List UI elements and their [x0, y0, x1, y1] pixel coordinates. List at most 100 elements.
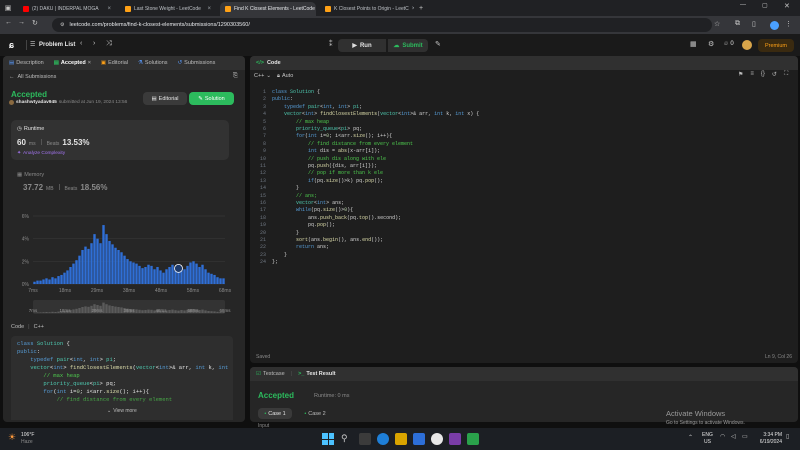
weather-icon[interactable]: ☀: [8, 432, 16, 443]
language-top[interactable]: ENG: [702, 432, 713, 438]
close-tab-icon[interactable]: ×: [107, 6, 111, 12]
maximize-icon[interactable]: ▢: [762, 2, 768, 9]
code-line[interactable]: // ans;: [272, 193, 317, 200]
bookmark-star-icon[interactable]: ☆: [714, 20, 720, 28]
code-line[interactable]: priority_queue<pi> pq;: [272, 126, 362, 133]
code-line[interactable]: }: [272, 252, 287, 259]
notes-icon[interactable]: ✎: [435, 40, 441, 48]
reload-icon[interactable]: ↻: [32, 19, 38, 27]
close-tab-icon[interactable]: ×: [207, 6, 211, 12]
prev-problem-icon[interactable]: ‹: [80, 40, 82, 47]
browser-tab-0[interactable]: (2) DAKU | INDERPAL MOGA ×: [18, 2, 116, 16]
profile-avatar[interactable]: [770, 21, 779, 30]
code-line[interactable]: pq.pop();: [272, 222, 335, 229]
code-line[interactable]: sort(ans.begin(), ans.end());: [272, 237, 383, 244]
runtime-card[interactable]: ◷ Runtime 60 ms Beats 13.53% ✦ Analyze Com…: [11, 120, 229, 160]
back-icon[interactable]: ←: [5, 19, 12, 26]
premium-button[interactable]: Premium: [758, 39, 794, 52]
all-submissions-link[interactable]: ← All Submissions: [9, 74, 56, 80]
case-1-tab[interactable]: • Case 1: [258, 408, 292, 419]
code-line[interactable]: while(pq.size()>0){: [272, 207, 353, 214]
code-line[interactable]: };: [272, 259, 278, 266]
solution-button[interactable]: ✎ Solution: [189, 92, 234, 105]
settings-gear-icon[interactable]: ⚙: [708, 40, 714, 48]
browser-tab-2-active[interactable]: Find K Closest Elements - LeetCode ×: [220, 2, 316, 16]
code-line[interactable]: vector<int> ans;: [272, 200, 344, 207]
streak-counter[interactable]: 🔥︎ 0: [724, 41, 734, 48]
volume-icon[interactable]: ◁: [731, 433, 736, 440]
shuffle-icon[interactable]: ⤨: [106, 40, 112, 48]
chevron-up-icon[interactable]: ⌃: [688, 434, 693, 441]
format-icon[interactable]: ≡: [750, 71, 754, 78]
app-icon[interactable]: [449, 433, 461, 445]
code-line[interactable]: // pop if more than k ele: [272, 170, 383, 177]
code-line[interactable]: // find distance from every element: [272, 141, 413, 148]
start-icon[interactable]: [322, 433, 334, 445]
browser-tab-1[interactable]: Last Stone Weight - LeetCode ×: [120, 2, 216, 16]
tab-test-result[interactable]: >_ Test Result: [298, 371, 336, 377]
bookmark-icon[interactable]: ⚑: [738, 71, 743, 78]
case-2-tab[interactable]: • Case 2: [298, 408, 332, 419]
search-icon[interactable]: ⚲: [341, 433, 348, 444]
layout-icon[interactable]: ▦: [690, 40, 697, 48]
run-button[interactable]: ▶ Run: [338, 39, 386, 52]
code-line[interactable]: pq.push({dis, arr[i]});: [272, 163, 377, 170]
chrome-icon[interactable]: [431, 433, 443, 445]
reset-icon[interactable]: ↺: [772, 71, 777, 78]
fullscreen-icon[interactable]: ⛶: [784, 71, 788, 78]
code-line[interactable]: int dis = abs(x-arr[i]);: [272, 148, 380, 155]
close-tab-icon[interactable]: ×: [412, 6, 414, 12]
runtime-distribution-chart[interactable]: 6%4%2%0%7ms 18ms 29ms 38ms 48ms 58ms 68ms7ms 18…: [3, 206, 245, 321]
chrome-menu-icon[interactable]: ⋮: [785, 20, 792, 28]
sidepanel-icon[interactable]: ▯: [752, 20, 756, 28]
notification-icon[interactable]: ▯: [786, 433, 789, 440]
wifi-icon[interactable]: ◠: [720, 433, 725, 440]
code-line[interactable]: }: [272, 230, 299, 237]
tab-solutions[interactable]: ⚗ Solutions: [138, 60, 168, 66]
browser-tab-3[interactable]: K Closest Points to Origin - LeetC ×: [320, 2, 414, 16]
extensions-icon[interactable]: ⧉: [735, 20, 740, 28]
leetcode-logo[interactable]: ɕ: [9, 40, 17, 50]
new-tab-icon[interactable]: +: [416, 3, 426, 13]
store-icon[interactable]: [413, 433, 425, 445]
close-tab-icon[interactable]: ×: [88, 60, 91, 66]
battery-icon[interactable]: ▭: [742, 433, 748, 440]
code-editor[interactable]: 1 class Solution {2 public: 3 typedef pair<…: [250, 84, 798, 349]
task-view-icon[interactable]: [359, 433, 371, 445]
code-line[interactable]: vector<int> findClosestElements(vector<i…: [272, 111, 479, 118]
app-icon[interactable]: [467, 433, 479, 445]
auto-toggle[interactable]: 🔒︎ Auto: [277, 73, 293, 80]
memory-header[interactable]: ▦ Memory: [17, 172, 44, 178]
code-line[interactable]: // push dis along with ele: [272, 156, 386, 163]
site-info-icon[interactable]: ⚙: [60, 22, 64, 28]
code-line[interactable]: for(int i=0; i<arr.size(); i++){: [272, 133, 392, 140]
code-line[interactable]: // max heap: [272, 119, 329, 126]
tab-description[interactable]: ▤ Description: [9, 60, 44, 66]
debug-icon[interactable]: ⁑: [329, 40, 333, 48]
url-bar[interactable]: ⚙ leetcode.com/problems/find-k-closest-e…: [52, 18, 712, 32]
analyze-complexity-link[interactable]: ✦ Analyze Complexity: [17, 151, 65, 156]
next-problem-icon[interactable]: ›: [93, 40, 95, 47]
tab-editorial[interactable]: ▣ Editorial: [101, 60, 128, 66]
clock-time[interactable]: 3:34 PM: [752, 432, 782, 438]
user-avatar[interactable]: [742, 40, 752, 50]
code-line[interactable]: class Solution {: [272, 89, 320, 96]
language-select[interactable]: C++ ⌄: [254, 73, 271, 79]
code-line[interactable]: public:: [272, 96, 293, 103]
code-line[interactable]: return ans;: [272, 244, 329, 251]
username[interactable]: shashwtyadav945: [16, 100, 57, 105]
memory-stats[interactable]: 37.72 MB Beats 18.56%: [23, 183, 107, 192]
edge-icon[interactable]: [377, 433, 389, 445]
file-explorer-icon[interactable]: [395, 433, 407, 445]
tab-testcase[interactable]: ☑ Testcase: [256, 371, 285, 377]
code-line[interactable]: typedef pair<int, int> pi;: [272, 104, 362, 111]
code-line[interactable]: if(pq.size()>k) pq.pop();: [272, 178, 383, 185]
weather-temp[interactable]: 106°F: [21, 432, 34, 438]
braces-icon[interactable]: {}: [761, 71, 765, 78]
close-window-icon[interactable]: ✕: [784, 2, 790, 10]
tab-submissions[interactable]: ↺ Submissions: [178, 60, 216, 66]
code-line[interactable]: }: [272, 185, 299, 192]
code-line[interactable]: ans.push_back(pq.top().second);: [272, 215, 401, 222]
view-more-button[interactable]: ⌄ View more: [107, 408, 137, 414]
share-link-icon[interactable]: ⎘: [233, 73, 238, 80]
